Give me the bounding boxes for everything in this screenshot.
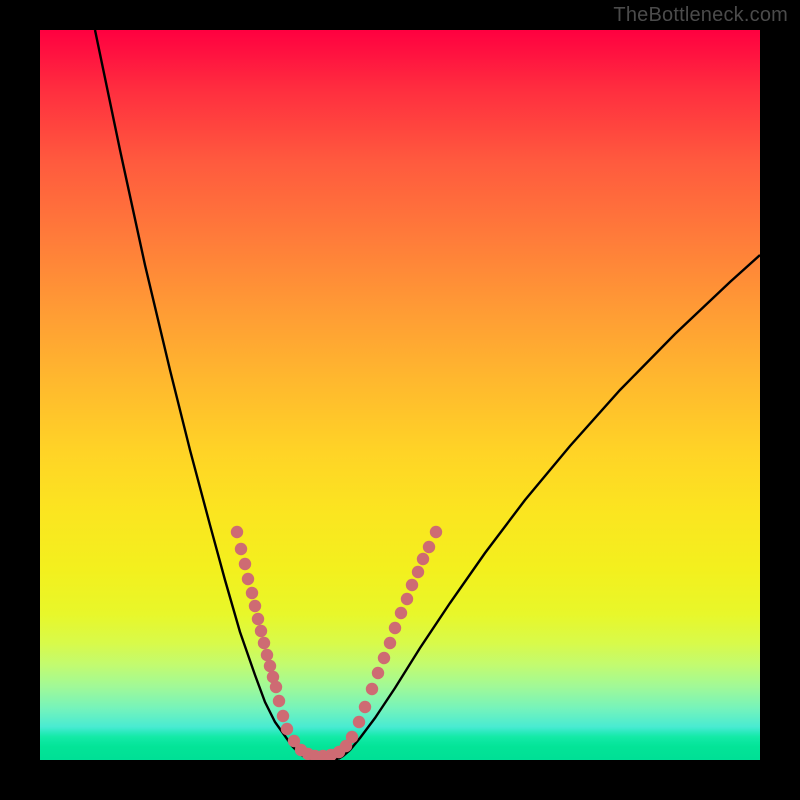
marker-dot [346, 731, 358, 743]
marker-dot [258, 637, 270, 649]
marker-dot [389, 622, 401, 634]
marker-dot [239, 558, 251, 570]
marker-dot [406, 579, 418, 591]
chart-frame: TheBottleneck.com [0, 0, 800, 800]
watermark-text: TheBottleneck.com [613, 4, 788, 27]
marker-dot [255, 625, 267, 637]
marker-dot [235, 543, 247, 555]
marker-group [231, 526, 442, 760]
marker-dot [270, 681, 282, 693]
marker-dot [384, 637, 396, 649]
marker-dot [264, 660, 276, 672]
marker-dot [231, 526, 243, 538]
marker-dot [359, 701, 371, 713]
marker-dot [378, 652, 390, 664]
plot-area [40, 30, 760, 760]
marker-dot [401, 593, 413, 605]
marker-dot [261, 649, 273, 661]
marker-dot [372, 667, 384, 679]
marker-dot [242, 573, 254, 585]
curve-left [95, 30, 308, 759]
curve-right [338, 255, 760, 759]
marker-dot [430, 526, 442, 538]
marker-dot [277, 710, 289, 722]
marker-dot [412, 566, 424, 578]
marker-dot [423, 541, 435, 553]
marker-dot [252, 613, 264, 625]
marker-dot [273, 695, 285, 707]
marker-dot [353, 716, 365, 728]
marker-dot [395, 607, 407, 619]
marker-dot [366, 683, 378, 695]
marker-dot [246, 587, 258, 599]
marker-dot [417, 553, 429, 565]
marker-dot [281, 723, 293, 735]
chart-svg [40, 30, 760, 760]
marker-dot [249, 600, 261, 612]
